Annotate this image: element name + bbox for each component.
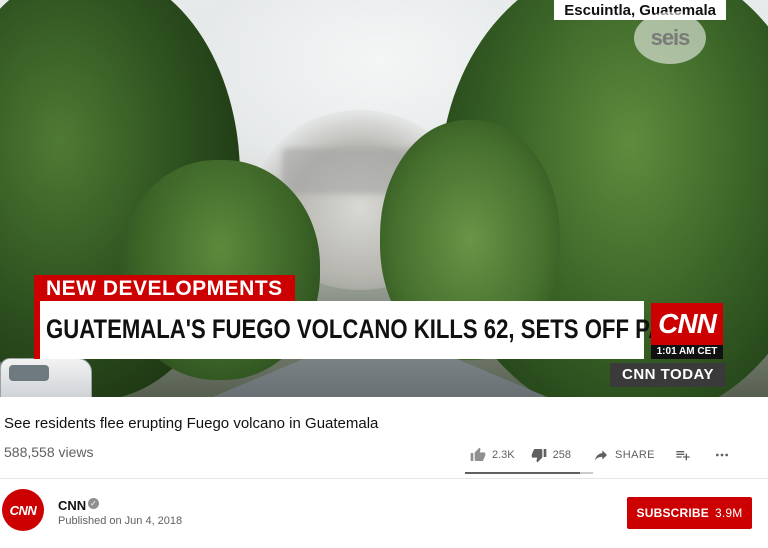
channel-avatar[interactable]: CNN [2,489,44,531]
add-to-playlist-icon [676,451,690,461]
like-button[interactable]: 2.3K [470,447,515,463]
channel-name[interactable]: CNN [58,498,86,513]
network-logo: seis [634,12,706,64]
video-car-window [9,365,49,381]
sentiment-bar-fill [465,472,581,474]
add-to-playlist-button[interactable] [675,447,691,463]
sentiment-bar [465,472,593,474]
action-bar: 2.3K 258 SHARE [470,446,731,464]
more-horizontal-icon [715,453,728,457]
location-tag: Escuintla, Guatemala [554,0,726,20]
cnn-logo: CNN [651,303,723,345]
video-title: See residents flee erupting Fuego volcan… [4,415,379,432]
share-arrow-icon [595,450,607,461]
subscriber-count: 3.9M [715,506,743,520]
divider [0,478,768,479]
dislike-count: 258 [552,449,571,461]
verified-check-icon: ✓ [88,498,99,509]
more-actions-button[interactable] [713,447,731,463]
subscribe-label: SUBSCRIBE [636,506,709,520]
share-label: SHARE [615,449,655,461]
broadcast-time: 1:01 AM CET [651,345,723,359]
view-count: 588,558 views [4,444,94,460]
publish-date: Published on Jun 4, 2018 [58,515,183,527]
share-button[interactable]: SHARE [593,447,655,463]
thumbs-down-icon [531,449,546,463]
subscribe-button[interactable]: SUBSCRIBE 3.9M [627,497,752,529]
video-car [0,358,92,397]
like-count: 2.3K [492,449,515,461]
ticker-label: NEW DEVELOPMENTS [34,275,295,301]
video-player[interactable]: Escuintla, Guatemala seis NEW DEVELOPMEN… [0,0,768,397]
headline-text: GUATEMALA'S FUEGO VOLCANO KILLS 62, SETS… [46,314,703,344]
dislike-button[interactable]: 258 [531,447,571,463]
headline-bar: GUATEMALA'S FUEGO VOLCANO KILLS 62, SETS… [34,301,702,359]
thumbs-up-icon [470,447,486,461]
show-name: CNN TODAY [610,363,726,387]
